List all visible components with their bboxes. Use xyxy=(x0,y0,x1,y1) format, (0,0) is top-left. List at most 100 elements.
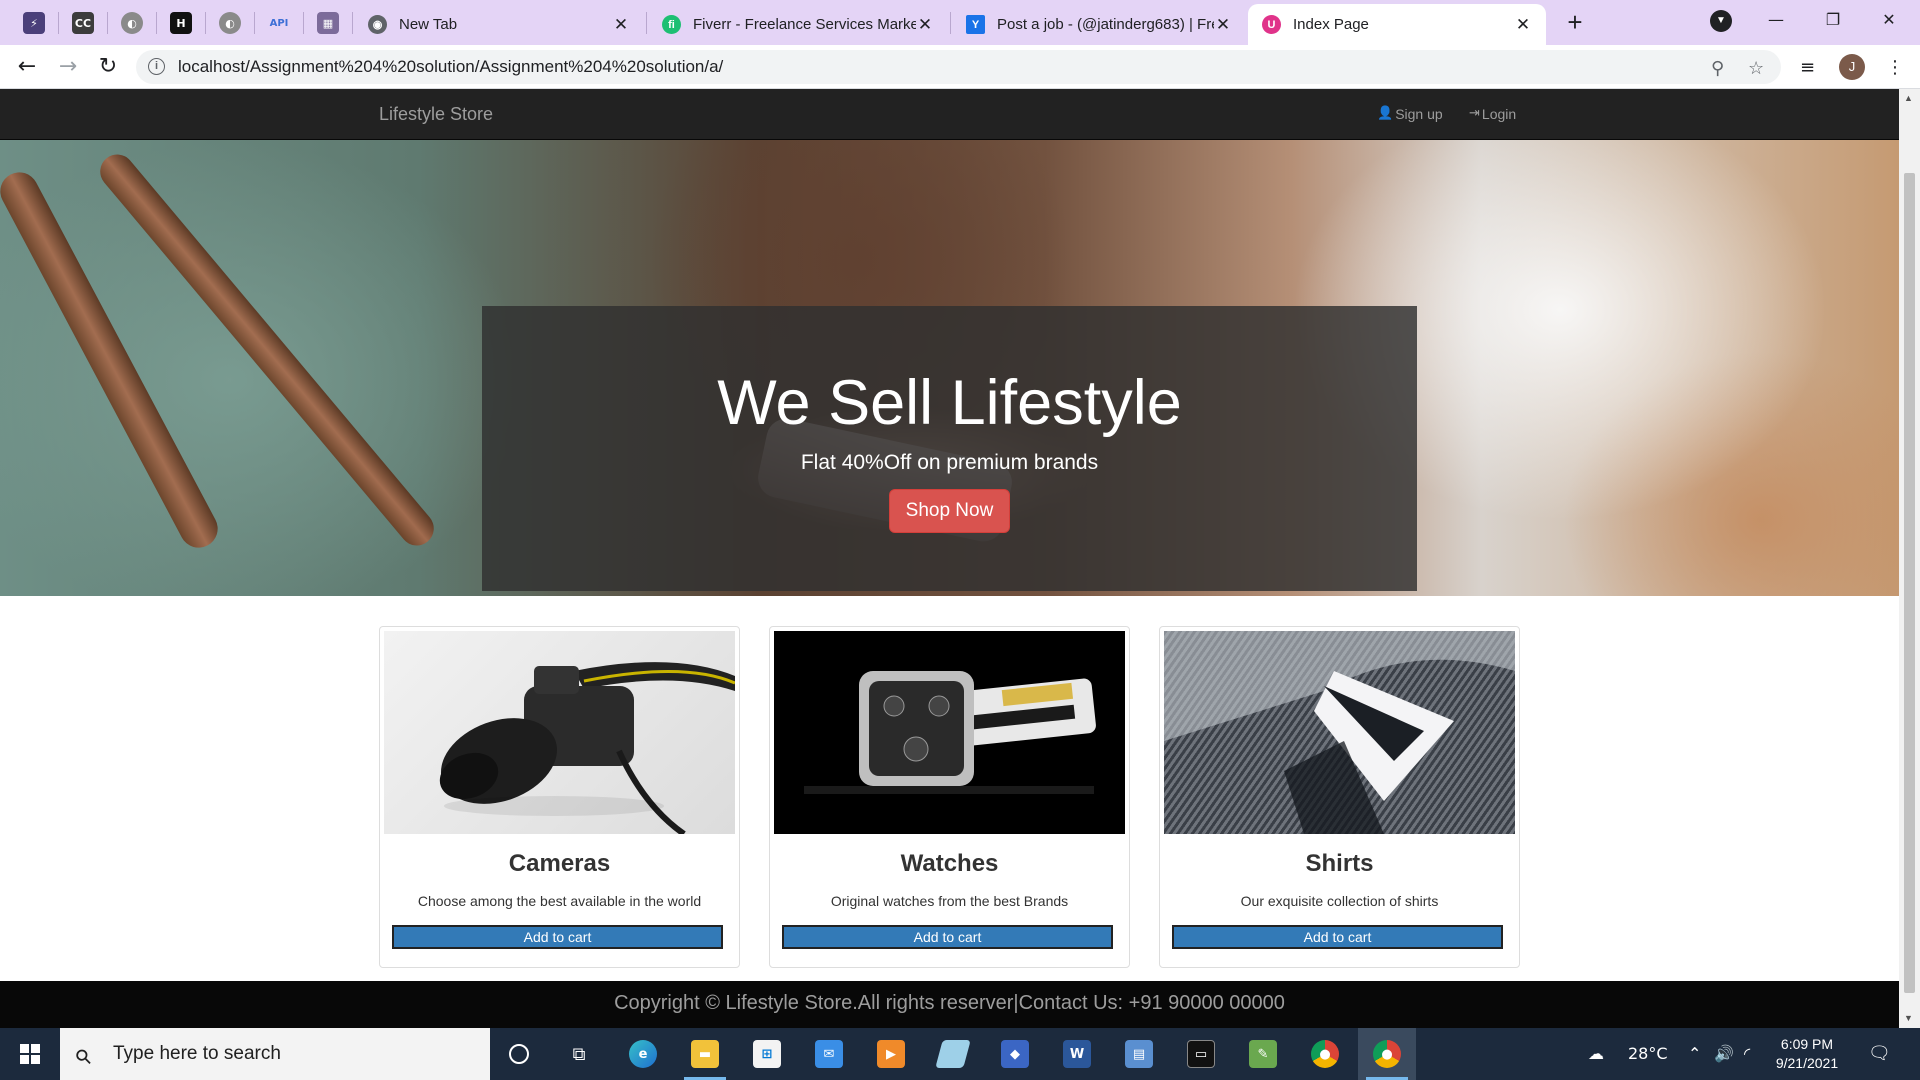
url-text[interactable]: localhost/Assignment%204%20solution/Assi… xyxy=(178,50,723,84)
mail-app[interactable]: ✉ xyxy=(800,1028,858,1080)
site-icon: U xyxy=(1262,15,1281,34)
network-app-icon: ◆ xyxy=(1001,1040,1029,1068)
cortana-icon xyxy=(509,1044,529,1064)
tab-new-tab[interactable]: ◉ New Tab ✕ xyxy=(354,4,644,45)
word-app[interactable]: W xyxy=(1048,1028,1106,1080)
bag-strap xyxy=(0,165,225,555)
tab-title: Fiverr - Freelance Services Marke xyxy=(693,16,916,33)
scroll-up-icon[interactable]: ▲ xyxy=(1904,93,1913,103)
wifi-icon[interactable]: ◜ xyxy=(1744,1028,1750,1080)
file-explorer-app[interactable]: ▬ xyxy=(676,1028,734,1080)
pinned-tab-2[interactable]: CC xyxy=(59,6,107,40)
close-tab-icon[interactable]: ✕ xyxy=(916,15,934,35)
chrome-profile-app[interactable]: ● xyxy=(1358,1028,1416,1080)
tab-separator xyxy=(352,12,353,34)
new-tab-button[interactable]: + xyxy=(1560,8,1590,38)
browser-toolbar: ← → ↻ i localhost/Assignment%204%20solut… xyxy=(0,45,1920,89)
terminal-app[interactable]: ▭ xyxy=(1172,1028,1230,1080)
reload-icon[interactable]: ↻ xyxy=(93,52,123,82)
notification-icon[interactable]: 🗨 xyxy=(1868,1028,1891,1080)
chevron-up-icon[interactable]: ⌃ xyxy=(1688,1028,1701,1080)
product-card-watches: Watches Original watches from the best B… xyxy=(769,626,1130,968)
app-icon xyxy=(935,1040,971,1068)
mail-icon: ✉ xyxy=(815,1040,843,1068)
signup-label: Sign up xyxy=(1395,106,1443,122)
shirt-image[interactable] xyxy=(1164,631,1515,834)
avatar[interactable]: J xyxy=(1839,54,1865,80)
browser-tab-strip: ⚡ CC ◐ H ◐ API ▦ ◉ New Tab ✕ fi Fiverr -… xyxy=(0,0,1920,45)
login-label: Login xyxy=(1481,106,1517,122)
login-icon: ⇥ xyxy=(1469,106,1480,121)
product-description: Original watches from the best Brands xyxy=(830,893,1069,909)
store-icon: ⊞ xyxy=(753,1040,781,1068)
windows-taskbar: ⚲ Type here to search ⧉ e ▬ ⊞ ✉ ▶ ◆ W ▤ … xyxy=(0,1028,1920,1080)
add-to-cart-button[interactable]: Add to cart xyxy=(1172,925,1503,949)
forward-icon[interactable]: → xyxy=(53,52,83,82)
zoom-icon[interactable]: ⚲ xyxy=(1711,58,1724,79)
close-tab-icon[interactable]: ✕ xyxy=(1514,15,1532,35)
weather-icon[interactable]: ☁ xyxy=(1588,1028,1604,1080)
watch-image[interactable] xyxy=(774,631,1125,834)
chrome-icon: ● xyxy=(1311,1040,1339,1068)
pinned-tab-1[interactable]: ⚡ xyxy=(10,6,58,40)
add-to-cart-button[interactable]: Add to cart xyxy=(392,925,723,949)
tab-index-page[interactable]: U Index Page ✕ xyxy=(1248,4,1546,45)
tab-search-icon[interactable]: ▼ xyxy=(1710,10,1732,32)
tab-title: Index Page xyxy=(1293,16,1369,33)
signup-link[interactable]: 👤 Sign up xyxy=(1377,89,1443,139)
hackerrank-icon: H xyxy=(170,12,192,34)
tab-post-a-job[interactable]: Y Post a job - (@jatinderg683) | Fre ✕ xyxy=(952,4,1246,45)
site-brand[interactable]: Lifestyle Store xyxy=(379,89,493,139)
restore-icon[interactable]: ❐ xyxy=(1810,2,1856,38)
page-viewport: Lifestyle Store 👤 Sign up ⇥ Login We Sel… xyxy=(0,89,1899,1028)
weather-temp[interactable]: 28°C xyxy=(1628,1028,1668,1080)
tab-separator xyxy=(950,12,951,34)
product-description: Choose among the best available in the w… xyxy=(417,893,702,909)
pinned-tab-5[interactable]: ◐ xyxy=(206,6,254,40)
taskbar-search-box[interactable]: ⚲ Type here to search xyxy=(60,1028,490,1080)
add-to-cart-button[interactable]: Add to cart xyxy=(782,925,1113,949)
address-bar[interactable]: i localhost/Assignment%204%20solution/As… xyxy=(136,50,1781,84)
close-tab-icon[interactable]: ✕ xyxy=(1214,15,1232,35)
bookmark-star-icon[interactable]: ☆ xyxy=(1748,58,1764,79)
shop-now-button[interactable]: Shop Now xyxy=(888,489,1011,533)
cortana-button[interactable] xyxy=(490,1028,548,1080)
tab-separator xyxy=(646,12,647,34)
site-info-icon[interactable]: i xyxy=(148,58,165,75)
globe-icon: ◐ xyxy=(121,12,143,34)
pinned-tab-7[interactable]: ▦ xyxy=(304,6,352,40)
volume-icon[interactable]: 🔊 xyxy=(1714,1028,1734,1080)
app-slot[interactable]: ✎ xyxy=(1234,1028,1292,1080)
minimize-icon[interactable]: — xyxy=(1753,2,1799,38)
pinned-tab-3[interactable]: ◐ xyxy=(108,6,156,40)
chrome-icon: ● xyxy=(1373,1040,1401,1068)
pinned-tab-4[interactable]: H xyxy=(157,6,205,40)
tab-title: Post a job - (@jatinderg683) | Fre xyxy=(997,16,1214,33)
system-clock[interactable]: 6:09 PM 9/21/2021 xyxy=(1762,1035,1852,1073)
store-app[interactable]: ⊞ xyxy=(738,1028,796,1080)
page-scrollbar[interactable]: ▲ ▼ xyxy=(1899,89,1920,1028)
app-slot[interactable]: ▤ xyxy=(1110,1028,1168,1080)
close-tab-icon[interactable]: ✕ xyxy=(612,15,630,35)
media-app[interactable]: ▶ xyxy=(862,1028,920,1080)
terminal-icon: ▭ xyxy=(1187,1040,1215,1068)
scroll-down-icon[interactable]: ▼ xyxy=(1904,1013,1913,1023)
chrome-app[interactable]: ● xyxy=(1296,1028,1354,1080)
app-slot[interactable] xyxy=(924,1028,982,1080)
globe-icon: ◐ xyxy=(219,12,241,34)
close-window-icon[interactable]: ✕ xyxy=(1866,2,1912,38)
app-slot[interactable]: ◆ xyxy=(986,1028,1044,1080)
reading-list-icon[interactable]: ≡ xyxy=(1800,57,1815,78)
tab-fiverr[interactable]: fi Fiverr - Freelance Services Marke ✕ xyxy=(648,4,948,45)
camera-image[interactable] xyxy=(384,631,735,834)
clock-date: 9/21/2021 xyxy=(1775,1055,1839,1071)
menu-icon[interactable]: ⋮ xyxy=(1886,57,1904,78)
login-link[interactable]: ⇥ Login xyxy=(1469,89,1516,139)
scrollbar-thumb[interactable] xyxy=(1904,173,1915,993)
edge-app[interactable]: e xyxy=(614,1028,672,1080)
back-icon[interactable]: ← xyxy=(12,52,42,82)
start-button[interactable] xyxy=(0,1028,60,1080)
task-view-button[interactable]: ⧉ xyxy=(550,1028,608,1080)
pinned-tab-6[interactable]: API xyxy=(255,6,303,40)
banner-heading: We Sell Lifestyle xyxy=(717,368,1182,438)
